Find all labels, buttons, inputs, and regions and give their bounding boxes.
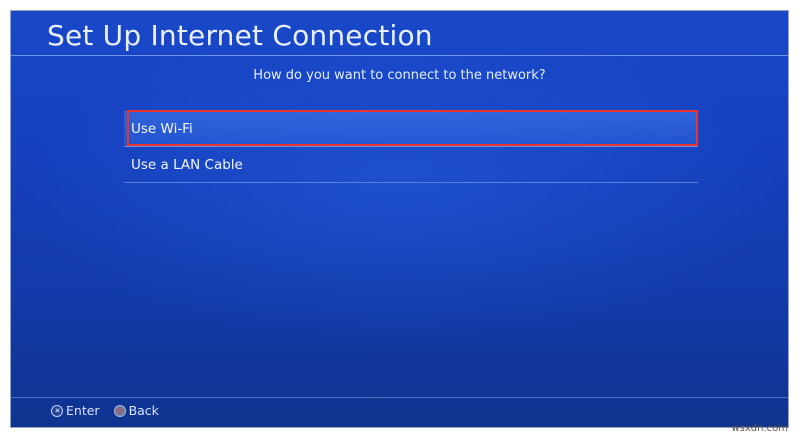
cross-button-icon [51, 404, 63, 417]
option-use-wifi[interactable]: Use Wi-Fi [124, 111, 698, 147]
connection-options-list: Use Wi-Fi Use a LAN Cable [124, 111, 698, 183]
back-hint[interactable]: Back [113, 403, 159, 418]
circle-button-icon [113, 404, 126, 417]
page-title: Set Up Internet Connection [47, 19, 433, 52]
ps4-setup-screen: Set Up Internet Connection How do you wa… [10, 10, 789, 428]
title-divider [11, 55, 788, 56]
site-watermark: wsxdn.com [731, 423, 788, 434]
back-label: Back [128, 403, 159, 418]
button-hints-footer: Enter Back [51, 403, 173, 418]
option-use-lan-cable[interactable]: Use a LAN Cable [124, 147, 698, 183]
connection-question: How do you want to connect to the networ… [253, 68, 546, 83]
option-label: Use a LAN Cable [131, 157, 243, 173]
footer-divider [11, 397, 788, 398]
option-label: Use Wi-Fi [131, 121, 193, 137]
enter-label: Enter [66, 403, 100, 418]
enter-hint[interactable]: Enter [51, 403, 100, 418]
